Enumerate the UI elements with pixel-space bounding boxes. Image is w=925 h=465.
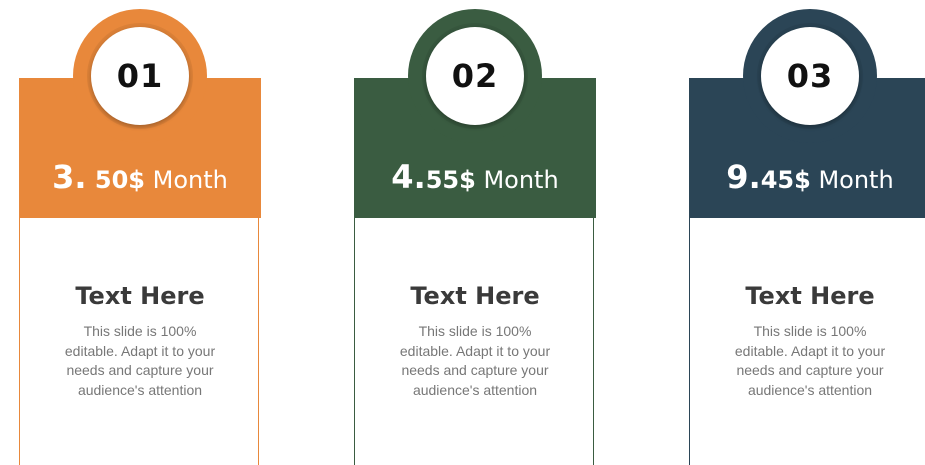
card-description: This slide is 100% editable. Adapt it to… [399,323,551,398]
price: 4.55$ Month [354,158,596,196]
step-badge: 03 [761,27,859,125]
price-cents: 50$ [86,166,145,194]
card-description: This slide is 100% editable. Adapt it to… [734,323,886,398]
step-number: 03 [786,57,834,95]
price: 3. 50$ Month [19,158,261,196]
pricing-card-2: 02 4.55$ Month Text Here This slide is 1… [354,0,596,465]
step-badge: 02 [426,27,524,125]
price-whole: 9. [726,158,761,196]
card-title: Text Here [410,282,540,310]
price-unit: Month [145,166,228,194]
price-unit: Month [810,166,894,194]
card-title: Text Here [745,282,875,310]
pricing-card-3: 03 9.45$ Month Text Here This slide is 1… [689,0,925,465]
card-title: Text Here [75,282,205,310]
pricing-card-1: 01 3. 50$ Month Text Here This slide is … [19,0,261,465]
price-whole: 3. [52,158,87,196]
price-unit: Month [475,166,559,194]
price: 9.45$ Month [689,158,925,196]
price-cents: 55$ [425,166,476,194]
price-cents: 45$ [760,166,811,194]
step-number: 02 [451,57,499,95]
price-whole: 4. [391,158,426,196]
card-description: This slide is 100% editable. Adapt it to… [64,323,216,398]
step-badge: 01 [91,27,189,125]
step-number: 01 [116,57,164,95]
